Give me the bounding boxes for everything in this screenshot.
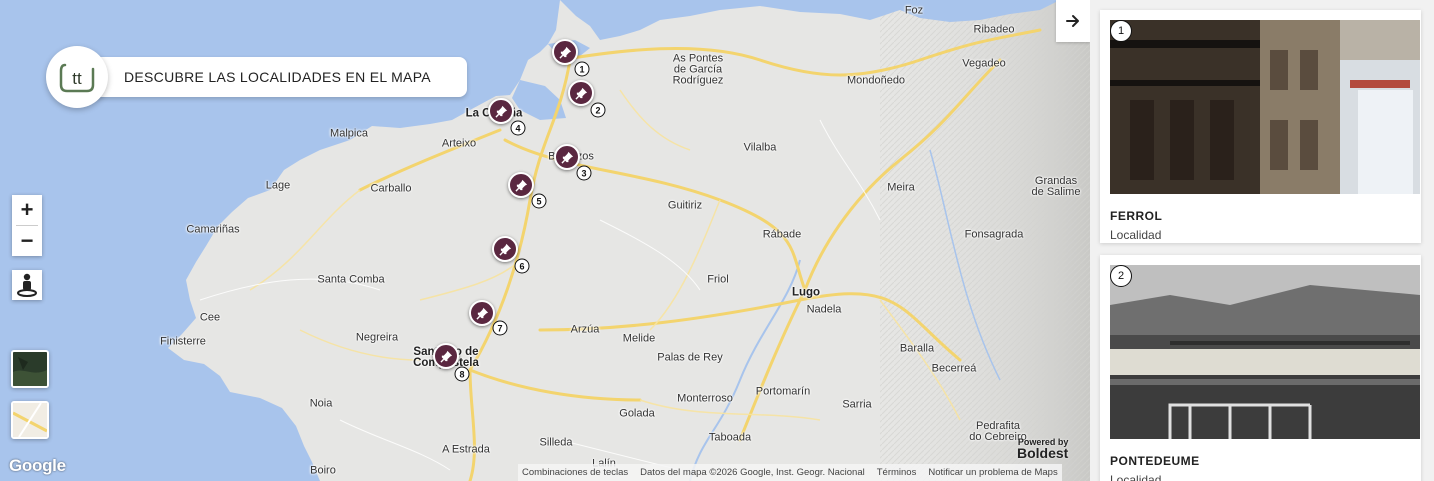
- place-label-guitiriz: Guitiriz: [667, 199, 703, 212]
- location-card[interactable]: 2 PONTEDEUME Localidad: [1100, 255, 1421, 481]
- place-label-nadela: Nadela: [806, 303, 842, 316]
- map-marker-4[interactable]: [488, 98, 514, 124]
- pushpin-icon: [560, 151, 573, 164]
- pushpin-icon: [439, 350, 452, 363]
- place-label-fonsagrada: Fonsagrada: [964, 228, 1024, 241]
- street-view-button[interactable]: [12, 270, 42, 300]
- place-label-palas: Palas de Rey: [657, 351, 723, 364]
- map-marker-number: 8: [454, 366, 470, 382]
- place-label-finisterre: Finisterre: [160, 335, 206, 348]
- place-label-lugo: Lugo: [791, 286, 821, 299]
- pegman-icon: [17, 273, 37, 297]
- place-label-santa-comba: Santa Comba: [317, 273, 385, 286]
- map-marker-3[interactable]: [554, 144, 580, 170]
- tt-logo-icon: tt: [59, 63, 95, 93]
- place-label-silleda: Silleda: [539, 436, 573, 449]
- place-label-ribadeo: Ribadeo: [973, 23, 1015, 36]
- map-banner: tt DESCUBRE LAS LOCALIDADES EN EL MAPA: [46, 46, 467, 108]
- card-title: FERROL: [1110, 209, 1163, 223]
- place-label-as-pontes: As Pontes de García Rodríguez: [672, 52, 724, 87]
- app-root: Foz Ribadeo Vegadeo As Pontes de García Rod…: [0, 0, 1434, 481]
- banner-title: DESCUBRE LAS LOCALIDADES EN EL MAPA: [124, 69, 431, 85]
- map-marker-number: 1: [574, 61, 590, 77]
- place-label-foz: Foz: [904, 4, 924, 17]
- place-label-mondonedo: Mondoñedo: [846, 74, 906, 87]
- map-marker-number: 2: [590, 102, 606, 118]
- roadmap-view-button[interactable]: [11, 401, 49, 439]
- location-card[interactable]: 1 FERROL Localidad: [1100, 10, 1421, 243]
- place-label-a-estrada: A Estrada: [442, 443, 490, 456]
- map[interactable]: Foz Ribadeo Vegadeo As Pontes de García Rod…: [0, 0, 1090, 481]
- pushpin-icon: [514, 179, 527, 192]
- place-label-friol: Friol: [707, 273, 729, 286]
- place-label-noia: Noia: [309, 397, 333, 410]
- place-label-vegadeo: Vegadeo: [962, 57, 1006, 70]
- powered-by: Powered by Boldest: [1017, 437, 1069, 461]
- place-label-arzua: Arzúa: [570, 323, 600, 336]
- location-photo-pontedeume: [1110, 265, 1420, 439]
- place-label-golada: Golada: [619, 407, 655, 420]
- satellite-view-button[interactable]: [11, 350, 49, 388]
- pushpin-icon: [498, 243, 511, 256]
- google-logo: Google: [9, 456, 66, 475]
- card-number-badge: 1: [1110, 20, 1132, 42]
- boldest-logo: Boldest: [1017, 445, 1069, 461]
- place-label-grandas: Grandas de Salime: [1031, 175, 1081, 198]
- map-marker-7[interactable]: [469, 300, 495, 326]
- place-label-sarria: Sarria: [842, 398, 872, 411]
- place-label-becerrea: Becerreá: [931, 362, 977, 375]
- report-problem-link[interactable]: Notificar un problema de Maps: [928, 467, 1057, 478]
- zoom-control: + −: [12, 195, 42, 256]
- card-number-badge: 2: [1110, 265, 1132, 287]
- place-label-negreira: Negreira: [355, 331, 399, 344]
- place-label-arteixo: Arteixo: [441, 137, 477, 150]
- map-marker-8[interactable]: [433, 343, 459, 369]
- collapse-panel-button[interactable]: [1056, 0, 1090, 42]
- map-marker-1[interactable]: [552, 39, 578, 65]
- card-subtitle: Localidad: [1110, 473, 1162, 481]
- locations-sidebar: 1 FERROL Localidad 2 PONTEDEUME Localida…: [1090, 0, 1434, 481]
- map-marker-5[interactable]: [508, 172, 534, 198]
- map-marker-number: 7: [492, 320, 508, 336]
- place-label-meira: Meira: [887, 181, 915, 194]
- location-photo-ferrol: [1110, 20, 1420, 194]
- map-marker-6[interactable]: [492, 236, 518, 262]
- svg-text:tt: tt: [72, 69, 82, 88]
- map-marker-number: 4: [510, 120, 526, 136]
- place-label-taboada: Taboada: [708, 431, 752, 444]
- pushpin-icon: [558, 46, 571, 59]
- place-label-portomarin: Portomarín: [755, 385, 811, 398]
- place-label-boiro: Boiro: [310, 464, 336, 477]
- terms-link[interactable]: Términos: [877, 467, 917, 478]
- zoom-in-button[interactable]: +: [12, 195, 42, 225]
- card-subtitle: Localidad: [1110, 228, 1162, 242]
- pushpin-icon: [475, 307, 488, 320]
- card-title: PONTEDEUME: [1110, 454, 1200, 468]
- place-label-melide: Melide: [622, 332, 656, 345]
- place-label-vilalba: Vilalba: [743, 141, 777, 154]
- place-label-lage: Lage: [265, 179, 291, 192]
- pushpin-icon: [494, 105, 507, 118]
- pushpin-icon: [574, 87, 587, 100]
- place-label-baralla: Baralla: [899, 342, 935, 355]
- place-label-cee: Cee: [199, 311, 221, 324]
- brand-logo: tt: [46, 46, 108, 108]
- map-marker-number: 5: [531, 193, 547, 209]
- place-label-carballo: Carballo: [370, 182, 412, 195]
- place-label-camarinas: Camariñas: [186, 223, 240, 236]
- keyboard-shortcuts-link[interactable]: Combinaciones de teclas: [522, 467, 628, 478]
- map-marker-number: 6: [514, 258, 530, 274]
- place-label-monterroso: Monterroso: [677, 392, 733, 405]
- roadmap-thumbnail-icon: [13, 403, 47, 437]
- place-label-malpica: Malpica: [330, 127, 368, 140]
- map-marker-2[interactable]: [568, 80, 594, 106]
- zoom-out-button[interactable]: −: [12, 226, 42, 256]
- map-marker-number: 3: [576, 165, 592, 181]
- map-data-text: Datos del mapa ©2026 Google, Inst. Geogr…: [640, 467, 865, 478]
- satellite-thumbnail-icon: [13, 352, 47, 386]
- map-attribution: Combinaciones de teclas Datos del mapa ©…: [518, 464, 1062, 481]
- arrow-right-icon: [1066, 15, 1079, 27]
- place-label-rabade: Rábade: [762, 228, 802, 241]
